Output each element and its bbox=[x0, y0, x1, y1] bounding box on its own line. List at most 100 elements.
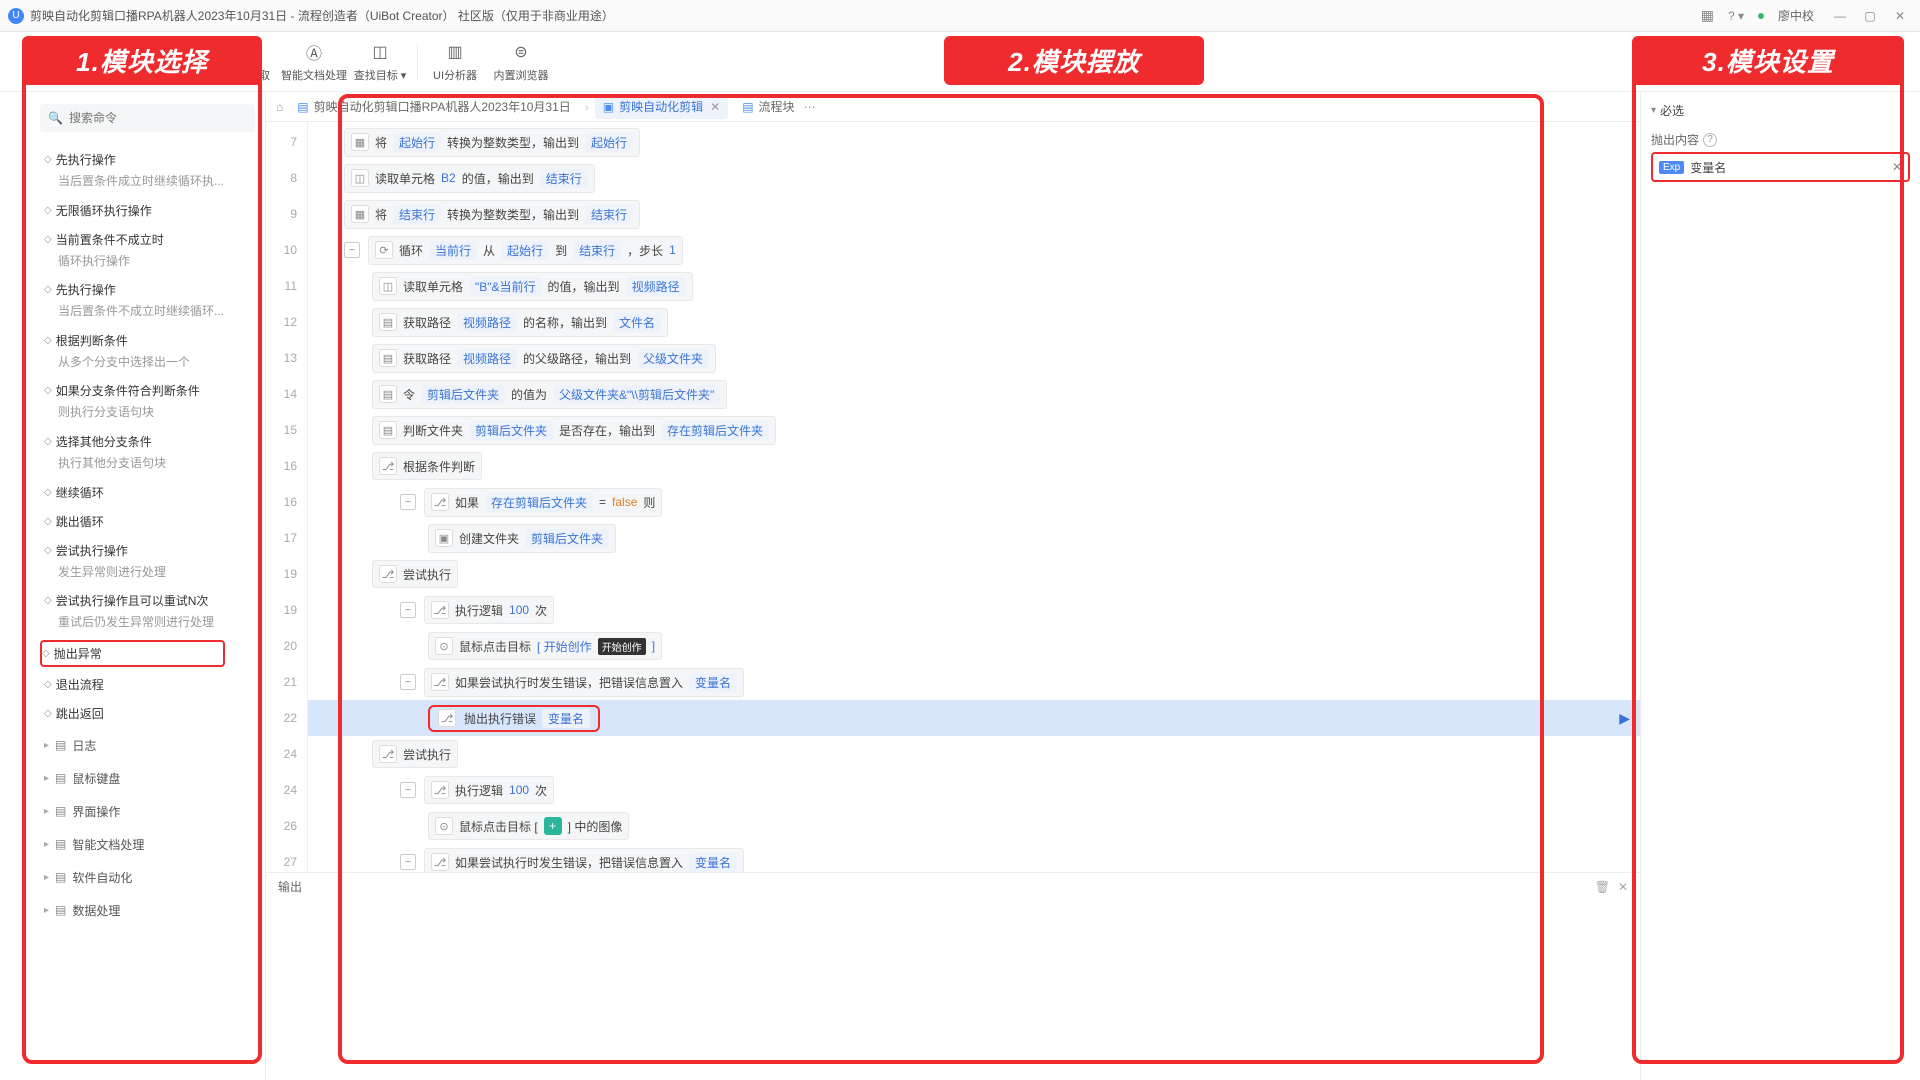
sidebar-item[interactable]: ◇跳出循环 bbox=[44, 504, 265, 533]
code-line[interactable]: −⎇如果 存在剪辑后文件夹 =false 则 bbox=[308, 484, 1640, 520]
sidebar-category[interactable]: ▸▤鼠标键盘 bbox=[44, 758, 265, 791]
minimize-icon[interactable]: — bbox=[1828, 4, 1852, 28]
code-line[interactable]: ◫读取单元格 "B"&当前行 的值，输出到 视频路径 bbox=[308, 268, 1640, 304]
sidebar-item[interactable]: ◇如果分支条件符合判断条件则执行分支语句块 bbox=[44, 373, 265, 424]
sidebar-item[interactable]: ◇尝试执行操作且可以重试N次重试后仍发生异常则进行处理 bbox=[44, 583, 265, 634]
ai-icon: Ⓐ bbox=[303, 41, 325, 63]
sidebar-item[interactable]: ◇尝试执行操作发生异常则进行处理 bbox=[44, 533, 265, 584]
sidebar-item[interactable]: ◇无限循环执行操作 bbox=[44, 193, 265, 222]
code-line[interactable]: ⎇尝试执行 bbox=[308, 556, 1640, 592]
breadcrumb: ⌂ ▤剪映自动化剪辑口播RPA机器人2023年10月31日 › ▣剪映自动化剪辑… bbox=[266, 92, 1640, 122]
block-type-icon: ⎇ bbox=[431, 781, 449, 799]
properties-panel: ▾ 必选 抛出内容 ? Exp 变量名 ✕ ▾ bbox=[1640, 92, 1920, 1080]
sidebar-category[interactable]: ▸▤界面操作 bbox=[44, 791, 265, 824]
fold-icon[interactable]: − bbox=[400, 494, 416, 510]
sidebar-item[interactable]: ◇跳出返回 bbox=[44, 696, 265, 725]
code-line[interactable]: ⊙鼠标点击目标 [ + ] 中的图像 bbox=[308, 808, 1640, 844]
status-dot-icon bbox=[1758, 13, 1764, 19]
find-target-button[interactable]: ◫查找目标 ▾ bbox=[347, 36, 413, 88]
help-icon[interactable]: ? bbox=[1703, 133, 1717, 147]
module-sidebar: 🔍 ◇先执行操作当后置条件成立时继续循环执...◇无限循环执行操作◇当前置条件不… bbox=[0, 92, 266, 1080]
fold-icon[interactable]: − bbox=[400, 674, 416, 690]
sidebar-item[interactable]: ◇先执行操作当后置条件不成立时继续循环... bbox=[44, 272, 265, 323]
code-line[interactable]: ⎇根据条件判断 bbox=[308, 448, 1640, 484]
search-icon: 🔍 bbox=[48, 111, 63, 125]
code-line[interactable]: ▦将 结束行 转换为整数类型，输出到 结束行 bbox=[308, 196, 1640, 232]
capture-icon: ▣ bbox=[237, 41, 259, 63]
code-line[interactable]: ▤令 剪辑后文件夹 的值为 父级文件夹&"\\剪辑后文件夹" bbox=[308, 376, 1640, 412]
code-line[interactable]: ⎇抛出执行错误 变量名▶ bbox=[308, 700, 1640, 736]
fold-icon[interactable]: − bbox=[344, 242, 360, 258]
sidebar-item[interactable]: ◇抛出异常 bbox=[44, 634, 265, 667]
sidebar-category[interactable]: ▸▤智能文档处理 bbox=[44, 824, 265, 857]
apps-grid-icon[interactable]: ▦ bbox=[1701, 7, 1714, 24]
flow-icon: ▣ bbox=[603, 100, 614, 114]
throw-content-input[interactable]: Exp 变量名 ✕ bbox=[1651, 152, 1910, 182]
sidebar-item[interactable]: ◇根据判断条件从多个分支中选择出一个 bbox=[44, 323, 265, 374]
ai-doc-button[interactable]: Ⓐ智能文档处理 bbox=[281, 36, 347, 88]
fold-icon[interactable]: − bbox=[400, 782, 416, 798]
stop-button[interactable]: ◯停止 bbox=[8, 36, 74, 88]
code-lines[interactable]: ▦将 起始行 转换为整数类型，输出到 起始行◫读取单元格 B2 的值，输出到 结… bbox=[308, 122, 1640, 872]
capture-button[interactable]: ▣数据抓取 bbox=[215, 36, 281, 88]
code-line[interactable]: ⎇尝试执行 bbox=[308, 736, 1640, 772]
sidebar-category[interactable]: ▸▤数据处理 bbox=[44, 890, 265, 923]
fold-icon[interactable]: − bbox=[400, 602, 416, 618]
block-type-icon: ▤ bbox=[379, 385, 397, 403]
search-input[interactable]: 🔍 bbox=[40, 104, 255, 132]
tab-menu-icon[interactable]: ⋯ bbox=[804, 100, 816, 114]
timeline-button[interactable]: ◷时间线 ▾ bbox=[74, 36, 140, 88]
sidebar-item[interactable]: ◇当前置条件不成立时循环执行操作 bbox=[44, 222, 265, 273]
code-line[interactable]: −⎇如果尝试执行时发生错误，把错误信息置入 变量名 bbox=[308, 844, 1640, 872]
maximize-icon[interactable]: ▢ bbox=[1858, 4, 1882, 28]
close-icon[interactable]: ✕ bbox=[1888, 4, 1912, 28]
visualize-toggle[interactable]: 可视化 bbox=[1832, 53, 1912, 70]
code-line[interactable]: −⟳循环 当前行 从 起始行 到 结束行，步长 1 bbox=[308, 232, 1640, 268]
code-line[interactable]: ▤获取路径 视频路径 的名称，输出到 文件名 bbox=[308, 304, 1640, 340]
sidebar-item[interactable]: ◇先执行操作当后置条件成立时继续循环执... bbox=[44, 142, 265, 193]
code-line[interactable]: ▤判断文件夹 剪辑后文件夹 是否存在，输出到 存在剪辑后文件夹 bbox=[308, 412, 1640, 448]
code-line[interactable]: ▦将 起始行 转换为整数类型，输出到 起始行 bbox=[308, 124, 1640, 160]
help-icon[interactable]: ? ▾ bbox=[1728, 9, 1744, 23]
block-type-icon: ⎇ bbox=[431, 673, 449, 691]
code-line[interactable]: −⎇如果尝试执行时发生错误，把错误信息置入 变量名 bbox=[308, 664, 1640, 700]
block-type-icon: ⎇ bbox=[438, 709, 456, 727]
sidebar-item[interactable]: ◇退出流程 bbox=[44, 667, 265, 696]
builtin-browser-button[interactable]: ⊜内置浏览器 bbox=[488, 36, 554, 88]
block-type-icon: ▤ bbox=[379, 349, 397, 367]
props-section-required[interactable]: ▾ 必选 bbox=[1651, 98, 1910, 123]
sidebar-category[interactable]: ▸▤软件自动化 bbox=[44, 857, 265, 890]
tab-active[interactable]: ▣剪映自动化剪辑✕ bbox=[595, 94, 728, 119]
editor-area: ⌂ ▤剪映自动化剪辑口播RPA机器人2023年10月31日 › ▣剪映自动化剪辑… bbox=[266, 92, 1640, 1080]
title-bar: U 剪映自动化剪辑口播RPA机器人2023年10月31日 - 流程创造者（UiB… bbox=[0, 0, 1920, 32]
sidebar-item[interactable]: ◇选择其他分支条件执行其他分支语句块 bbox=[44, 424, 265, 475]
block-type-icon: ⎇ bbox=[431, 853, 449, 871]
tab-secondary[interactable]: ▤流程块⋯ bbox=[734, 94, 823, 119]
output-panel-header[interactable]: 输出 🗑 ✕ bbox=[266, 872, 1640, 900]
browser-icon: ⊜ bbox=[510, 41, 532, 63]
home-icon[interactable]: ⌂ bbox=[276, 100, 283, 114]
block-type-icon: ▤ bbox=[379, 313, 397, 331]
expression-badge: Exp bbox=[1659, 161, 1684, 174]
trash-icon[interactable]: 🗑 bbox=[1595, 880, 1610, 894]
close-output-icon[interactable]: ✕ bbox=[1618, 880, 1628, 894]
dropdown-icon[interactable]: ▾ bbox=[1899, 160, 1904, 171]
code-line[interactable]: ▤获取路径 视频路径 的父级路径，输出到 父级文件夹 bbox=[308, 340, 1640, 376]
run-caret-icon[interactable]: ▶ bbox=[1619, 710, 1630, 727]
block-type-icon: ▦ bbox=[351, 133, 369, 151]
code-line[interactable]: −⎇执行逻辑 100 次 bbox=[308, 772, 1640, 808]
record-button[interactable]: ▭录制 bbox=[149, 36, 215, 88]
line-gutter: 789101112131415161617191920212224242627 bbox=[266, 122, 308, 872]
user-name[interactable]: 廖中校 bbox=[1778, 7, 1814, 24]
fold-icon[interactable]: − bbox=[400, 854, 416, 870]
ui-analyzer-button[interactable]: ▥UI分析器 bbox=[422, 36, 488, 88]
sidebar-item[interactable]: ◇继续循环 bbox=[44, 475, 265, 504]
code-line[interactable]: ▣创建文件夹 剪辑后文件夹 bbox=[308, 520, 1640, 556]
breadcrumb-project[interactable]: ▤剪映自动化剪辑口播RPA机器人2023年10月31日 bbox=[289, 94, 579, 119]
code-line[interactable]: ◫读取单元格 B2 的值，输出到 结束行 bbox=[308, 160, 1640, 196]
image-target-icon: + bbox=[544, 817, 562, 835]
code-line[interactable]: ⊙鼠标点击目标 [ 开始创作 开始创作 ] bbox=[308, 628, 1640, 664]
code-line[interactable]: −⎇执行逻辑 100 次 bbox=[308, 592, 1640, 628]
close-tab-icon[interactable]: ✕ bbox=[710, 100, 720, 114]
sidebar-category[interactable]: ▸▤日志 bbox=[44, 725, 265, 758]
